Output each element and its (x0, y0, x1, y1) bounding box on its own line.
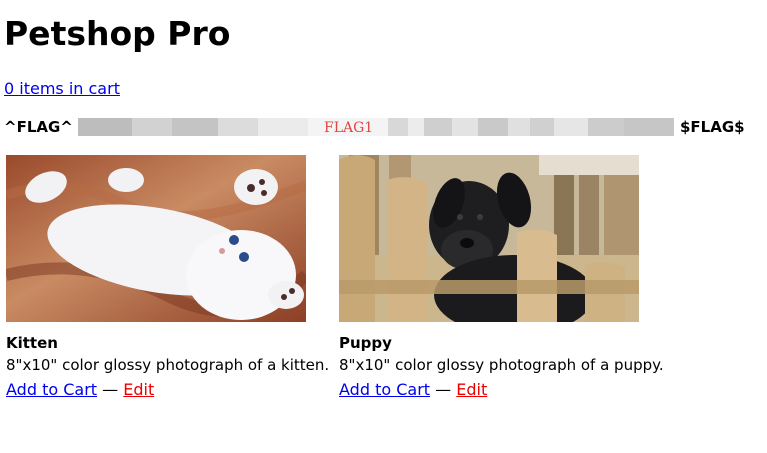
product-description: 8"x10" color glossy photograph of a kitt… (6, 356, 330, 374)
puppy-photo (339, 155, 639, 322)
edit-link[interactable]: Edit (456, 380, 487, 399)
product-description: 8"x10" color glossy photograph of a pupp… (339, 356, 664, 374)
separator: — (435, 380, 452, 399)
product-name: Kitten (6, 334, 58, 352)
page: Petshop Pro 0 items in cart ^FLAG^ FLAG1… (0, 0, 767, 453)
separator: — (102, 380, 119, 399)
flag-inner-text: FLAG1 (324, 120, 374, 136)
add-to-cart-link[interactable]: Add to Cart (6, 380, 97, 399)
page-title: Petshop Pro (4, 14, 231, 53)
edit-link[interactable]: Edit (123, 380, 154, 399)
flag-end-text: $FLAG$ (680, 118, 745, 136)
product-card-kitten: Kitten 8"x10" color glossy photograph of… (6, 155, 341, 402)
flag-line: ^FLAG^ FLAG1 $FLAG$ (4, 116, 764, 138)
flag-start-text: ^FLAG^ (4, 118, 73, 136)
product-actions: Add to Cart — Edit (339, 378, 674, 402)
kitten-photo (6, 155, 306, 322)
product-actions: Add to Cart — Edit (6, 378, 341, 402)
product-card-puppy: Puppy 8"x10" color glossy photograph of … (339, 155, 674, 402)
cart-link[interactable]: 0 items in cart (4, 79, 120, 99)
add-to-cart-link[interactable]: Add to Cart (339, 380, 430, 399)
flag-redacted-area: FLAG1 (72, 116, 680, 138)
product-name: Puppy (339, 334, 392, 352)
